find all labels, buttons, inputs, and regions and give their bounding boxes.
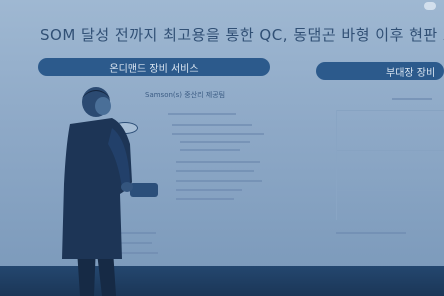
- slide-text-line: [172, 124, 252, 126]
- slide-text-line: [176, 161, 260, 163]
- slide-text-line: [336, 232, 406, 234]
- slide-text-line: [180, 141, 250, 143]
- left-section-pill: 온디맨드 장비 서비스: [38, 58, 270, 76]
- presenter-figure: [62, 87, 133, 296]
- slide-text-line: [176, 180, 262, 182]
- right-section-pill: 부대장 장비: [316, 62, 444, 80]
- slide-text-line: [176, 189, 242, 191]
- right-panel-line: [336, 110, 444, 111]
- right-panel-line: [336, 190, 444, 191]
- slide-text-line: [168, 113, 236, 115]
- photo-scene: SOM 달성 전까지 최고용을 통한 QC, 동댐곤 바형 이후 현판 조회 시…: [0, 0, 444, 296]
- column-header: Samson(s) 중산리 제공팀: [145, 91, 226, 99]
- slide-text-line: [180, 149, 240, 151]
- corner-logo: [424, 2, 436, 10]
- slide-text-line: [176, 198, 234, 200]
- right-panel-line: [336, 150, 444, 151]
- right-panel-divider: [336, 110, 337, 220]
- slide-text-line: [392, 98, 432, 100]
- slide-title: SOM 달성 전까지 최고용을 통한 QC, 동댐곤 바형 이후 현판 조회 시…: [40, 26, 444, 44]
- slide-text-line: [176, 170, 254, 172]
- slide-text-line: [172, 133, 264, 135]
